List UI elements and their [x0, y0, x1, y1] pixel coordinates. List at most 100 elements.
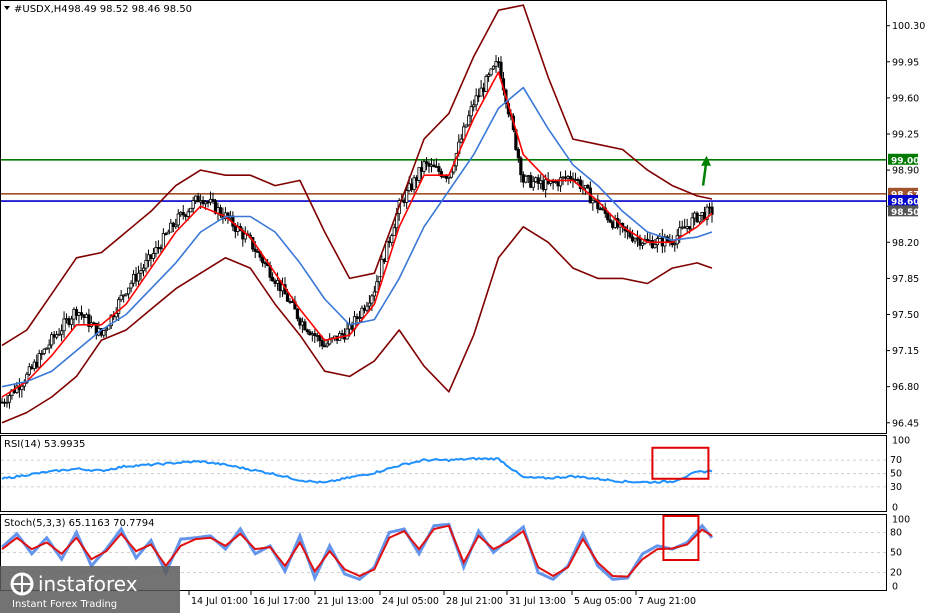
candle-body [645, 238, 650, 241]
price-tag-label: 99.00 [891, 156, 919, 166]
candle-body [62, 318, 66, 332]
candle-body [434, 166, 439, 168]
rsi-title: RSI(14) 53.9935 [4, 439, 85, 450]
candle-body [695, 212, 699, 223]
candle-body [243, 233, 247, 240]
candle-body [534, 177, 538, 182]
candle-body [558, 177, 563, 187]
candle-body [300, 321, 304, 326]
candle-body [57, 333, 61, 336]
candle-body [486, 74, 491, 77]
candle-body [92, 322, 96, 325]
candle-body [20, 385, 24, 391]
candle-body [690, 217, 694, 230]
candle-body [529, 175, 533, 188]
candle-body [315, 335, 319, 337]
candle-body [640, 242, 645, 246]
candle-body [325, 343, 329, 347]
candle-body [84, 314, 89, 318]
candle-body [611, 221, 615, 228]
candle-body [144, 259, 148, 269]
candle-body [377, 276, 381, 283]
candle-body [146, 254, 151, 261]
candle-body [365, 305, 369, 311]
candle-body [482, 87, 486, 92]
candle-body [447, 176, 451, 179]
candle-body [680, 226, 684, 229]
candle-body [82, 314, 86, 318]
candle-body [429, 164, 434, 167]
candle-body [541, 180, 545, 190]
candle-body [179, 212, 183, 215]
price-tick-label: 98.90 [892, 166, 919, 177]
candle-body [568, 176, 573, 180]
candle-body [233, 225, 237, 232]
candle-body [573, 179, 578, 181]
date-tick-label: 14 Jul 01:00 [191, 596, 248, 607]
candle-body [442, 175, 446, 178]
candle-body [539, 180, 543, 184]
candle-body [472, 104, 476, 108]
candle-body [102, 330, 106, 336]
candle-body [519, 157, 523, 176]
price-tick-label: 99.95 [892, 57, 919, 68]
candle-body [176, 213, 180, 226]
candle-body [464, 124, 468, 128]
price-tick-label: 97.15 [892, 346, 919, 357]
candle-body [554, 181, 558, 184]
candle-body [149, 254, 153, 259]
candle-body [536, 177, 540, 184]
candle-body [67, 318, 71, 325]
candle-body [370, 295, 374, 304]
candle-body [474, 95, 478, 106]
candle-body [74, 309, 79, 316]
candle-body [261, 256, 265, 264]
candle-body [583, 184, 587, 189]
candle-body [372, 291, 376, 297]
candle-body [52, 334, 56, 338]
candle-body [320, 340, 324, 347]
date-tick-label: 21 Jul 13:00 [317, 596, 374, 607]
candle-body [124, 293, 128, 296]
candle-body [45, 347, 49, 350]
candle-body [693, 212, 697, 219]
candle-body [323, 345, 327, 348]
candle-body [688, 226, 692, 230]
candle-body [357, 317, 362, 320]
candle-body [419, 167, 424, 172]
candle-body [556, 181, 560, 187]
candle-body [531, 181, 535, 188]
candle-body [35, 361, 39, 368]
candle-body [340, 332, 344, 336]
candle-body [444, 175, 448, 179]
candle-body [7, 395, 12, 403]
candle-body [55, 334, 59, 338]
candle-body [549, 180, 553, 184]
rsi-tick-label: 100 [892, 436, 910, 447]
candle-body [189, 207, 193, 213]
candle-body [290, 301, 295, 303]
candle-body [489, 68, 493, 76]
candle-body [134, 273, 138, 282]
candle-body [171, 222, 175, 228]
candle-body [427, 163, 431, 167]
candle-body [310, 333, 314, 336]
candle-body [201, 200, 205, 205]
candle-body [360, 307, 364, 318]
candle-body [544, 179, 548, 190]
candle-body [174, 224, 178, 228]
candle-body [405, 190, 409, 203]
candle-body [154, 247, 158, 254]
candle-body [576, 179, 580, 181]
candle-body [608, 219, 612, 223]
candle-body [127, 287, 131, 295]
candle-body [164, 233, 168, 236]
candle-body [275, 279, 280, 284]
candle-body [390, 235, 394, 243]
candle-body [27, 366, 31, 375]
price-tick-label: 97.85 [892, 274, 919, 285]
candle-body [653, 244, 657, 249]
watermark-brand: instaforex [38, 572, 138, 596]
candle-body [181, 212, 185, 216]
date-tick-label: 7 Aug 21:00 [638, 596, 696, 607]
